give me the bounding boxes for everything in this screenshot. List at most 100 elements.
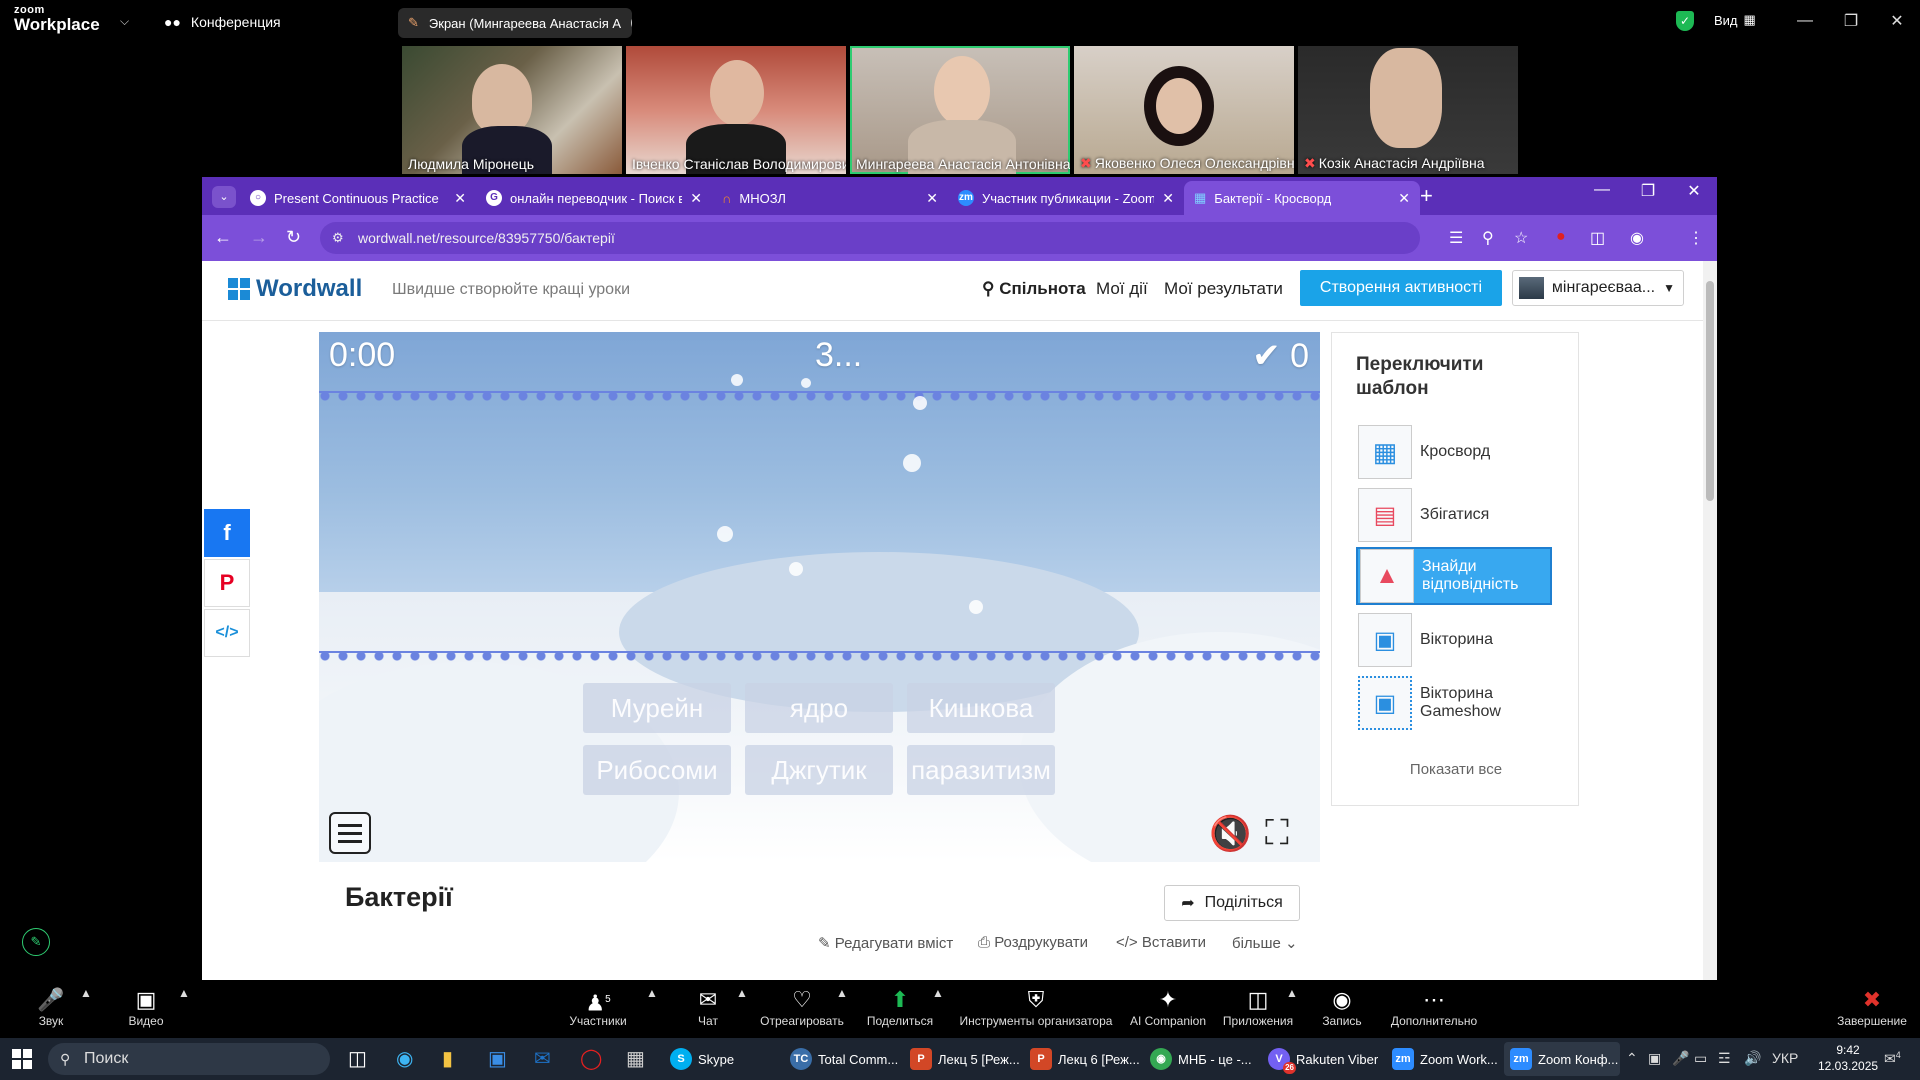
video-tile[interactable]: ✖ Козік Анастасія Андріївна [1298, 46, 1518, 174]
meeting-button[interactable]: ●● Конференция [164, 14, 281, 30]
answer-card[interactable]: Рибосоми [583, 745, 731, 795]
fullscreen-icon[interactable]: ⛶ [1265, 814, 1289, 853]
taskbar-app-lecture5[interactable]: P Лекц 5 [Реж... [904, 1042, 1020, 1076]
close-icon[interactable]: ✕ [690, 190, 702, 207]
apps-caret-icon[interactable]: ▲ [1286, 986, 1298, 1000]
zoom-icon[interactable]: ⚲ [1482, 228, 1494, 248]
video-button[interactable]: ▣ Видео [122, 986, 170, 1028]
security-shield-icon[interactable]: ✓ [1676, 11, 1694, 31]
taskbar-app-chrome[interactable]: ◉ МНБ - це -... [1144, 1042, 1260, 1076]
reload-icon[interactable]: ↻ [286, 227, 301, 248]
print-link[interactable]: ⎙ Роздрукувати [978, 934, 1088, 951]
answer-card[interactable]: Мурейн [583, 683, 731, 733]
extensions-puzzle-icon[interactable]: ◫ [1590, 228, 1605, 248]
nav-my-results[interactable]: Мої результати [1164, 279, 1283, 299]
close-icon[interactable]: ✕ [454, 190, 466, 207]
video-tile[interactable]: ✖ Яковенко Олеся Олександрівна [1074, 46, 1294, 174]
volume-icon[interactable]: 🔊 [1744, 1050, 1761, 1067]
more-link[interactable]: більше ⌄ [1232, 934, 1298, 952]
template-find-match[interactable]: ▲ Знайди відповідність [1356, 547, 1552, 605]
store-icon[interactable]: ▣ [488, 1046, 507, 1071]
site-info-icon[interactable]: ⚙ [332, 222, 344, 254]
taskbar-app-skype[interactable]: S Skype [664, 1042, 774, 1076]
video-tile[interactable]: Івченко Станіслав Володимирович [626, 46, 846, 174]
share-button[interactable]: ➦ Поділіться [1164, 885, 1300, 921]
sound-muted-icon[interactable]: 🔇 [1209, 814, 1251, 854]
ai-companion-button[interactable]: ✦ AI Companion [1128, 986, 1208, 1028]
back-icon[interactable]: ← [214, 227, 232, 248]
react-button[interactable]: ♡ Отреагировать [758, 986, 846, 1028]
url-input[interactable]: ⚙ wordwall.net/resource/83957750/бактері… [320, 222, 1420, 254]
facebook-share-icon[interactable]: f [204, 509, 250, 557]
screen-share-indicator[interactable]: ✎ Экран (Мингареева Анастасія А ⋯ [398, 8, 632, 38]
video-tile[interactable]: Мингареева Анастасія Антонівна [850, 46, 1070, 174]
restore-icon[interactable]: ❐ [1625, 181, 1671, 201]
annotate-pen-icon[interactable]: ✎ [22, 928, 50, 956]
view-button[interactable]: Вид ▦ [1714, 12, 1756, 28]
answer-card[interactable]: Кишкова [907, 683, 1055, 733]
video-tile[interactable]: Людмила Міронець [402, 46, 622, 174]
answer-card[interactable]: Джгутик [745, 745, 893, 795]
audio-options-caret-icon[interactable]: ▲ [80, 986, 92, 1000]
network-icon[interactable]: ☲ [1718, 1050, 1731, 1067]
react-caret-icon[interactable]: ▲ [836, 986, 848, 1000]
windows-start-icon[interactable] [12, 1049, 32, 1069]
menu-kebab-icon[interactable]: ⋮ [1688, 228, 1704, 248]
user-menu[interactable]: мінгареєваа... ▼ [1512, 270, 1684, 306]
minimize-icon[interactable]: — [1782, 0, 1828, 42]
share-screen-button[interactable]: ⬆ Поделиться [866, 986, 934, 1028]
language-indicator[interactable]: УКР [1772, 1050, 1798, 1066]
close-icon[interactable]: ✕ [1671, 181, 1717, 201]
profile-avatar[interactable]: ◉ [1630, 228, 1644, 248]
template-gameshow-quiz[interactable]: ▣ Вікторина Gameshow [1356, 674, 1552, 732]
translate-icon[interactable]: ☰ [1449, 228, 1463, 248]
template-quiz[interactable]: ▣ Вікторина [1356, 611, 1552, 669]
tray-chevron-icon[interactable]: ⌃ [1626, 1050, 1638, 1067]
tab-present-continuous[interactable]: ○ Present Continuous Practice ✕ [240, 181, 476, 215]
tray-mic-icon[interactable]: 🎤 [1672, 1050, 1689, 1067]
close-icon[interactable]: ✕ [1162, 190, 1174, 207]
game-menu-icon[interactable] [329, 812, 371, 854]
tray-camera-icon[interactable]: ▣ [1648, 1050, 1661, 1067]
taskbar-app-lecture6[interactable]: P Лекц 6 [Реж... [1024, 1042, 1140, 1076]
game-area[interactable]: 0:00 3... ✔ 0 Мурейн ядро Кишкова Рибосо… [319, 332, 1320, 862]
participants-caret-icon[interactable]: ▲ [646, 986, 658, 1000]
wordwall-logo[interactable]: Wordwall [228, 275, 362, 303]
create-activity-button[interactable]: Створення активності [1300, 270, 1502, 306]
show-all-link[interactable]: Показати все [1332, 761, 1580, 778]
close-icon[interactable]: ✕ [926, 190, 938, 207]
tray-display-icon[interactable]: ▭ [1694, 1050, 1707, 1067]
answer-card[interactable]: ядро [745, 683, 893, 733]
end-meeting-button[interactable]: ✖ Завершение [1834, 986, 1910, 1028]
edge-icon[interactable]: ◉ [396, 1046, 413, 1071]
tab-search-icon[interactable]: ⌄ [212, 186, 236, 208]
taskbar-app-zoom-meeting[interactable]: zm Zoom Конф... [1504, 1042, 1620, 1076]
record-button[interactable]: ◉ Запись [1312, 986, 1372, 1028]
tab-zoom[interactable]: zm Участник публикации - Zoom ✕ [948, 181, 1184, 215]
answer-card[interactable]: паразитизм [907, 745, 1055, 795]
tab-translator[interactable]: G онлайн переводчик - Поиск в ✕ [476, 181, 712, 215]
notifications-icon[interactable]: ✉4 [1884, 1050, 1901, 1068]
opera-icon[interactable]: ◯ [580, 1046, 602, 1071]
minimize-icon[interactable]: — [1579, 181, 1625, 201]
chevron-down-icon[interactable]: ⌵ [120, 14, 129, 29]
calculator-icon[interactable]: ▦ [626, 1046, 645, 1071]
host-tools-button[interactable]: ⛨ Инструменты организатора [956, 986, 1116, 1028]
more-icon[interactable]: ⋯ [631, 14, 632, 32]
scrollbar-thumb[interactable] [1706, 281, 1714, 501]
new-tab-icon[interactable]: + [1420, 183, 1433, 209]
edit-content-link[interactable]: ✎ Редагувати вміст [818, 934, 953, 952]
taskbar-search[interactable]: ⚲ Поиск [48, 1043, 330, 1075]
tab-mnozl[interactable]: ∩ МНОЗЛ ✕ [712, 181, 948, 215]
task-view-icon[interactable]: ◫ [348, 1046, 367, 1071]
template-crossword[interactable]: ▦ Кросворд [1356, 423, 1552, 481]
forward-icon[interactable]: → [250, 227, 268, 248]
close-icon[interactable]: ✕ [1398, 190, 1410, 207]
clock[interactable]: 9:42 12.03.2025 [1818, 1042, 1878, 1074]
nav-my-activities[interactable]: Мої дії [1096, 279, 1148, 299]
chat-button[interactable]: ✉ Чат [690, 986, 726, 1028]
outlook-icon[interactable]: ✉ [534, 1046, 551, 1071]
nav-community[interactable]: ⚲ Спільнота [982, 279, 1086, 299]
maximize-icon[interactable]: ❐ [1828, 0, 1874, 42]
taskbar-app-zoom-workplace[interactable]: zm Zoom Work... [1386, 1042, 1502, 1076]
